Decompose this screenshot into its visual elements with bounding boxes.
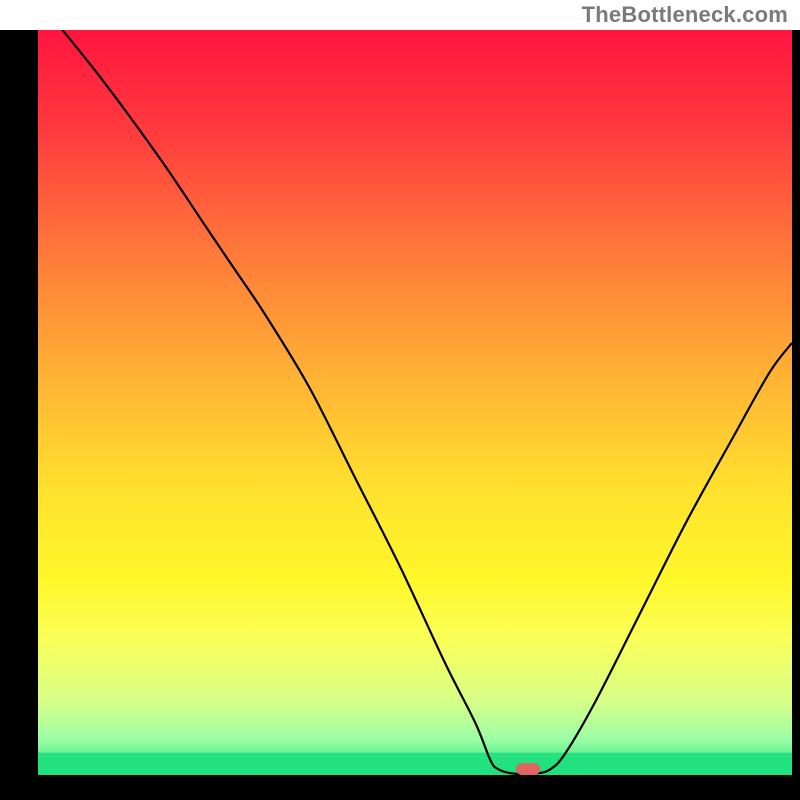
watermark-text: TheBottleneck.com xyxy=(582,2,788,28)
bottleneck-chart xyxy=(0,0,800,800)
chart-container: TheBottleneck.com xyxy=(0,0,800,800)
